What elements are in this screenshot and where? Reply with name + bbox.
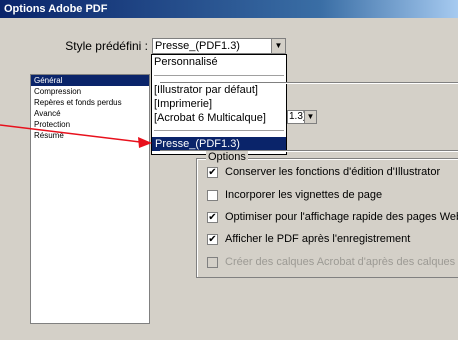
pdf-options-dialog: Options Adobe PDF Style prédéfini : Pres… (0, 0, 458, 340)
annotation-arrow-icon (0, 124, 152, 148)
